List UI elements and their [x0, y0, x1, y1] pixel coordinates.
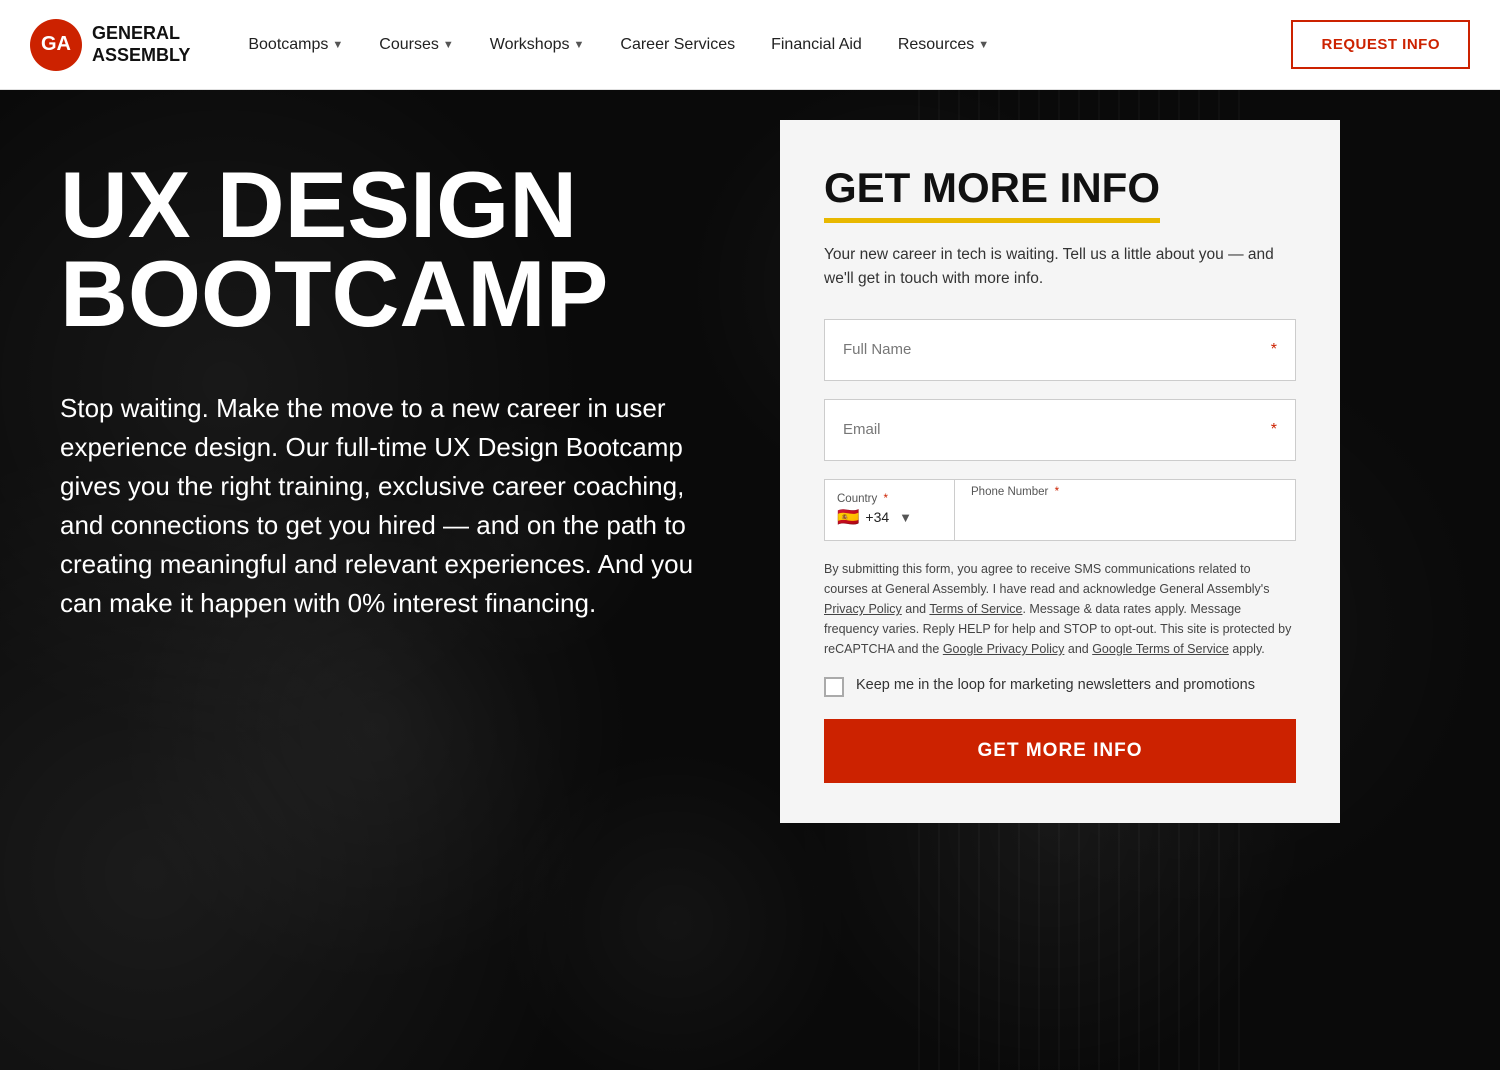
logo-text: GENERAL ASSEMBLY: [92, 23, 190, 66]
phone-input[interactable]: [971, 500, 1279, 534]
nav-financial-aid[interactable]: Financial Aid: [753, 0, 880, 90]
full-name-input-wrapper: *: [824, 319, 1296, 381]
form-subtitle: Your new career in tech is waiting. Tell…: [824, 243, 1296, 291]
resources-chevron-icon: ▼: [978, 39, 989, 51]
marketing-checkbox-row: Keep me in the loop for marketing newsle…: [824, 675, 1296, 697]
full-name-field: *: [824, 319, 1296, 381]
bootcamps-chevron-icon: ▼: [332, 39, 343, 51]
logo-link[interactable]: GA GENERAL ASSEMBLY: [30, 19, 190, 71]
full-name-required-star: *: [1271, 341, 1277, 359]
nav-bootcamps[interactable]: Bootcamps ▼: [230, 0, 361, 90]
logo-icon: GA: [30, 19, 82, 71]
hero-content: UX DESIGN BOOTCAMP Stop waiting. Make th…: [0, 90, 780, 623]
request-info-button[interactable]: REQUEST INFO: [1291, 20, 1470, 69]
phone-field-wrap: Phone Number *: [955, 480, 1295, 540]
marketing-checkbox[interactable]: [824, 677, 844, 697]
phone-field: Country * 🇪🇸 +34 ▼ Phone Number *: [824, 479, 1296, 541]
full-name-input[interactable]: [843, 341, 1268, 359]
country-label: Country *: [837, 493, 942, 505]
email-input[interactable]: [843, 421, 1268, 439]
country-select[interactable]: Country * 🇪🇸 +34 ▼: [825, 480, 955, 540]
terms-of-service-link[interactable]: Terms of Service: [929, 602, 1022, 616]
nav-courses[interactable]: Courses ▼: [361, 0, 471, 90]
privacy-policy-link[interactable]: Privacy Policy: [824, 602, 902, 616]
marketing-checkbox-label: Keep me in the loop for marketing newsle…: [856, 675, 1255, 695]
country-flag: 🇪🇸: [837, 507, 859, 528]
consent-text: By submitting this form, you agree to re…: [824, 559, 1296, 659]
country-value-row: 🇪🇸 +34 ▼: [837, 507, 942, 528]
phone-row: Country * 🇪🇸 +34 ▼ Phone Number *: [824, 479, 1296, 541]
workshops-chevron-icon: ▼: [574, 39, 585, 51]
email-input-wrapper: *: [824, 399, 1296, 461]
info-form-panel: GET MORE INFO Your new career in tech is…: [780, 120, 1340, 823]
nav-right: REQUEST INFO: [1291, 20, 1470, 69]
nav-career-services[interactable]: Career Services: [602, 0, 753, 90]
google-terms-link[interactable]: Google Terms of Service: [1092, 642, 1229, 656]
nav-workshops[interactable]: Workshops ▼: [472, 0, 603, 90]
nav-links: Bootcamps ▼ Courses ▼ Workshops ▼ Career…: [230, 0, 1291, 90]
navbar: GA GENERAL ASSEMBLY Bootcamps ▼ Courses …: [0, 0, 1500, 90]
phone-label: Phone Number *: [971, 486, 1279, 498]
hero-title: UX DESIGN BOOTCAMP: [60, 160, 720, 339]
country-chevron-icon: ▼: [899, 510, 912, 525]
country-code: +34: [865, 509, 889, 525]
hero-description: Stop waiting. Make the move to a new car…: [60, 389, 720, 623]
form-title: GET MORE INFO: [824, 164, 1296, 243]
courses-chevron-icon: ▼: [443, 39, 454, 51]
email-field: *: [824, 399, 1296, 461]
hero-section: UX DESIGN BOOTCAMP Stop waiting. Make th…: [0, 90, 1500, 1070]
email-required-star: *: [1271, 421, 1277, 439]
google-privacy-link[interactable]: Google Privacy Policy: [943, 642, 1065, 656]
nav-resources[interactable]: Resources ▼: [880, 0, 1007, 90]
submit-button[interactable]: GET MORE INFO: [824, 719, 1296, 783]
